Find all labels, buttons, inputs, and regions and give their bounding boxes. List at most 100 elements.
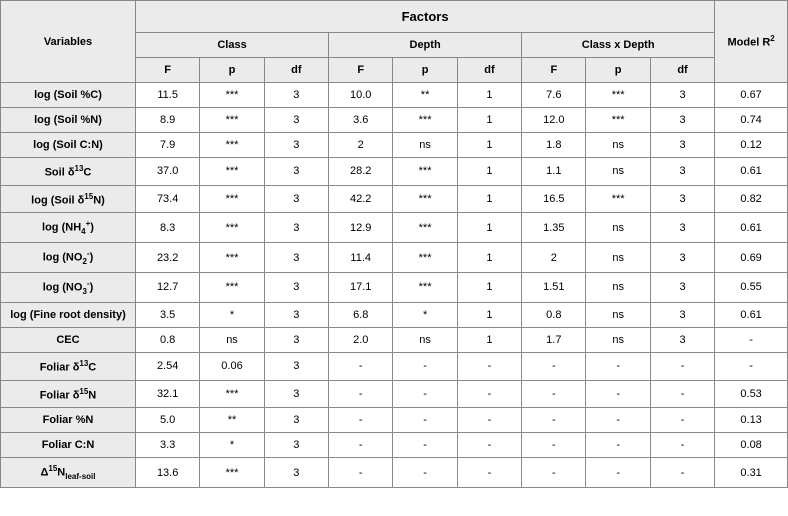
value-cell: - — [715, 327, 788, 352]
table-row: log (Soil %C)11.5***310.0**17.6***30.67 — [1, 83, 788, 108]
value-cell: 3 — [650, 273, 714, 303]
value-cell: 0.06 — [200, 352, 264, 380]
value-cell: 3 — [264, 243, 328, 273]
value-cell: 3 — [264, 133, 328, 158]
header-class-F: F — [135, 58, 199, 83]
value-cell: - — [586, 458, 650, 488]
value-cell: - — [650, 380, 714, 408]
table-row: Soil δ13C37.0***328.2***11.1ns30.61 — [1, 158, 788, 186]
variable-cell: Foliar δ13C — [1, 352, 136, 380]
value-cell: * — [393, 302, 457, 327]
value-cell: 1 — [457, 158, 521, 186]
value-cell: 73.4 — [135, 185, 199, 213]
value-cell: 0.8 — [135, 327, 199, 352]
value-cell: - — [586, 352, 650, 380]
value-cell: 0.61 — [715, 158, 788, 186]
value-cell: 16.5 — [522, 185, 586, 213]
value-cell: - — [457, 380, 521, 408]
value-cell: 3 — [650, 243, 714, 273]
header-cxd-p: p — [586, 58, 650, 83]
variable-cell: log (Soil C:N) — [1, 133, 136, 158]
value-cell: 3 — [264, 213, 328, 243]
value-cell: 3.3 — [135, 433, 199, 458]
value-cell: *** — [200, 83, 264, 108]
value-cell: 1 — [457, 302, 521, 327]
value-cell: 10.0 — [329, 83, 393, 108]
value-cell: *** — [393, 158, 457, 186]
header-factors: Factors — [135, 1, 714, 33]
value-cell: ** — [200, 408, 264, 433]
value-cell: ns — [586, 133, 650, 158]
value-cell: - — [329, 458, 393, 488]
variable-cell: Foliar %N — [1, 408, 136, 433]
value-cell: 3 — [264, 185, 328, 213]
value-cell: 3 — [264, 302, 328, 327]
value-cell: *** — [200, 185, 264, 213]
value-cell: 0.74 — [715, 108, 788, 133]
value-cell: 3 — [650, 327, 714, 352]
value-cell: 3 — [650, 158, 714, 186]
value-cell: ns — [586, 273, 650, 303]
header-class-p: p — [200, 58, 264, 83]
value-cell: 8.3 — [135, 213, 199, 243]
table-row: log (Soil δ15N)73.4***342.2***116.5***30… — [1, 185, 788, 213]
value-cell: 3 — [650, 213, 714, 243]
value-cell: 3 — [264, 83, 328, 108]
header-cxd-F: F — [522, 58, 586, 83]
value-cell: 0.53 — [715, 380, 788, 408]
value-cell: - — [522, 433, 586, 458]
value-cell: 0.61 — [715, 213, 788, 243]
value-cell: 1 — [457, 243, 521, 273]
value-cell: ns — [586, 302, 650, 327]
value-cell: 0.67 — [715, 83, 788, 108]
value-cell: 8.9 — [135, 108, 199, 133]
value-cell: 1.8 — [522, 133, 586, 158]
value-cell: *** — [393, 108, 457, 133]
value-cell: - — [457, 458, 521, 488]
value-cell: 2.54 — [135, 352, 199, 380]
header-depth-p: p — [393, 58, 457, 83]
value-cell: - — [522, 458, 586, 488]
value-cell: 2 — [329, 133, 393, 158]
table-row: Foliar δ13C2.540.063------- — [1, 352, 788, 380]
value-cell: 11.5 — [135, 83, 199, 108]
value-cell: * — [200, 302, 264, 327]
header-depth-F: F — [329, 58, 393, 83]
value-cell: 7.6 — [522, 83, 586, 108]
value-cell: *** — [393, 273, 457, 303]
value-cell: 3.6 — [329, 108, 393, 133]
value-cell: * — [200, 433, 264, 458]
value-cell: *** — [393, 213, 457, 243]
value-cell: 3 — [264, 273, 328, 303]
value-cell: 0.61 — [715, 302, 788, 327]
value-cell: ns — [393, 327, 457, 352]
value-cell: - — [522, 352, 586, 380]
variable-cell: Foliar δ15N — [1, 380, 136, 408]
value-cell: 0.31 — [715, 458, 788, 488]
table-row: Foliar δ15N32.1***3------0.53 — [1, 380, 788, 408]
value-cell: 32.1 — [135, 380, 199, 408]
value-cell: *** — [200, 108, 264, 133]
value-cell: 1.51 — [522, 273, 586, 303]
table-row: log (NO2-)23.2***311.4***12ns30.69 — [1, 243, 788, 273]
value-cell: 2 — [522, 243, 586, 273]
value-cell: *** — [200, 133, 264, 158]
value-cell: 3 — [264, 380, 328, 408]
value-cell: 3 — [650, 83, 714, 108]
value-cell: 3 — [650, 108, 714, 133]
table-row: CEC0.8ns32.0ns11.7ns3- — [1, 327, 788, 352]
value-cell: 17.1 — [329, 273, 393, 303]
value-cell: *** — [586, 108, 650, 133]
value-cell: 1 — [457, 213, 521, 243]
value-cell: 12.9 — [329, 213, 393, 243]
value-cell: 7.9 — [135, 133, 199, 158]
value-cell: - — [650, 458, 714, 488]
value-cell: *** — [586, 83, 650, 108]
value-cell: - — [393, 380, 457, 408]
variable-cell: log (Soil %C) — [1, 83, 136, 108]
value-cell: *** — [200, 458, 264, 488]
value-cell: 2.0 — [329, 327, 393, 352]
value-cell: *** — [200, 243, 264, 273]
value-cell: ns — [586, 213, 650, 243]
value-cell: 13.6 — [135, 458, 199, 488]
